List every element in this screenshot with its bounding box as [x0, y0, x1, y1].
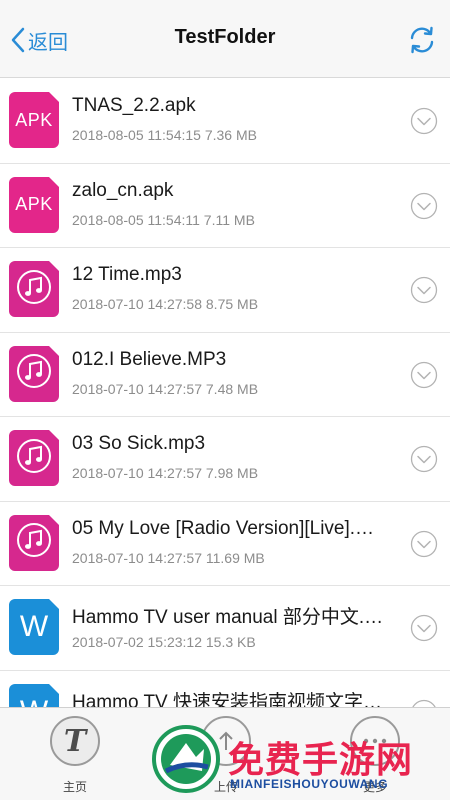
file-name: zalo_cn.apk — [72, 179, 174, 201]
music-file-icon — [9, 430, 59, 486]
chevron-down-icon[interactable] — [410, 276, 438, 304]
tab-upload-label: 上传 — [213, 780, 238, 794]
file-type-label: APK — [15, 194, 53, 214]
file-type-label — [16, 438, 52, 479]
music-note-icon — [17, 354, 51, 388]
file-meta: 2018-07-10 14:27:57 11.69 MB — [72, 549, 265, 566]
chevron-down-icon[interactable] — [410, 107, 438, 135]
file-meta: 2018-07-10 14:27:58 8.75 MB — [72, 296, 259, 312]
page-title: TestFolder — [174, 26, 276, 48]
file-meta: 2018-08-05 11:54:11 7.11 MB — [72, 211, 255, 228]
file-meta: 2018-07-10 14:27:57 7.48 MB — [72, 380, 259, 397]
bottom-tab-bar: T 主页 上传 更多 — [0, 707, 450, 800]
file-type-label — [16, 522, 52, 563]
tab-more-label: 更多 — [362, 780, 387, 794]
chevron-down-icon[interactable] — [410, 699, 438, 708]
tab-upload[interactable]: 上传 — [196, 714, 256, 798]
file-type-label: W — [19, 610, 49, 643]
tab-more[interactable]: 更多 — [345, 714, 405, 798]
music-file-icon — [9, 345, 59, 402]
apk-file-icon: APK — [9, 176, 59, 233]
chevron-down-icon[interactable] — [410, 614, 438, 642]
file-meta: 2018-08-05 11:54:15 7.36 MB — [72, 127, 257, 143]
file-type-label — [16, 353, 52, 394]
file-row[interactable]: W Hammo TV 快速安装指南视频文字… — [0, 671, 450, 708]
home-icon: T — [50, 716, 100, 766]
file-row[interactable]: 12 Time.mp3 2018-07-10 14:27:58 8.75 MB — [0, 248, 450, 333]
file-row[interactable]: APK zalo_cn.apk 2018-08-05 11:54:11 7.11… — [0, 164, 450, 248]
file-name: 012.I Believe.MP3 — [72, 348, 227, 370]
file-type-label: APK — [15, 109, 53, 130]
file-row[interactable]: APK TNAS_2.2.apk 2018-08-05 11:54:15 7.3… — [0, 79, 450, 164]
file-row[interactable]: W Hammo TV user manual 部分中文.… 2018-07-02… — [0, 586, 450, 671]
file-name: 05 My Love [Radio Version][Live].… — [72, 517, 375, 539]
music-note-icon — [17, 438, 51, 473]
tab-home-label: 主页 — [62, 780, 87, 794]
upload-icon — [201, 716, 251, 766]
chevron-down-icon[interactable] — [410, 361, 438, 389]
file-name: TNAS_2.2.apk — [72, 95, 196, 116]
chevron-down-icon[interactable] — [410, 445, 438, 473]
chevron-down-icon[interactable] — [410, 192, 438, 220]
file-name: Hammo TV 快速安装指南视频文字… — [72, 691, 383, 708]
file-type-label: W — [20, 695, 48, 708]
music-file-icon — [9, 261, 59, 317]
chevron-down-icon[interactable] — [410, 530, 438, 558]
file-list: APK TNAS_2.2.apk 2018-08-05 11:54:15 7.3… — [0, 79, 450, 707]
file-name: 12 Time.mp3 — [72, 264, 182, 285]
file-row[interactable]: 03 So Sick.mp3 2018-07-10 14:27:57 7.98 … — [0, 417, 450, 502]
word-file-icon: W — [9, 599, 59, 655]
file-row[interactable]: 012.I Believe.MP3 2018-07-10 14:27:57 7.… — [0, 333, 450, 417]
title-bar: 返回 TestFolder — [0, 0, 450, 78]
more-icon — [350, 716, 400, 766]
music-note-icon — [17, 523, 51, 557]
refresh-icon[interactable] — [406, 24, 438, 56]
file-type-label — [16, 269, 52, 310]
file-name: 03 So Sick.mp3 — [72, 433, 206, 454]
tab-home[interactable]: T 主页 — [45, 714, 105, 798]
apk-file-icon: APK — [9, 92, 59, 148]
file-meta: 2018-07-02 15:23:12 15.3 KB — [72, 634, 256, 650]
file-name: Hammo TV user manual 部分中文.… — [72, 607, 384, 628]
music-file-icon — [9, 514, 59, 571]
word-file-icon: W — [9, 683, 59, 708]
music-note-icon — [17, 269, 51, 304]
file-meta: 2018-07-10 14:27:57 7.98 MB — [72, 465, 259, 481]
file-row[interactable]: 05 My Love [Radio Version][Live].… 2018-… — [0, 502, 450, 586]
